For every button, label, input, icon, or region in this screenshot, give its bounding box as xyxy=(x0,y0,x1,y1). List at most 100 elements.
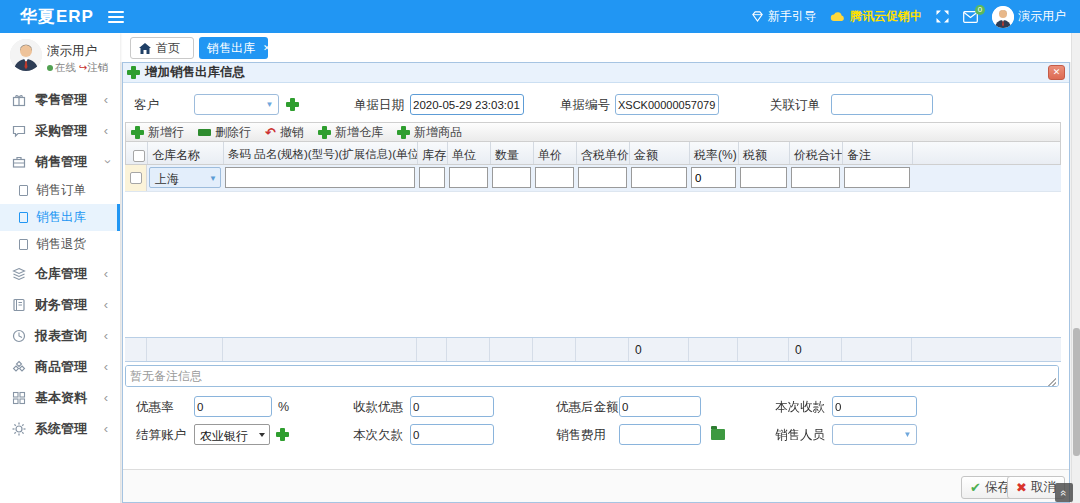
add-icon xyxy=(127,66,140,79)
col-tax-price[interactable]: 含税单价 xyxy=(577,142,630,164)
gear-icon xyxy=(12,422,26,436)
scrollbar[interactable] xyxy=(1071,33,1080,503)
grid-totals-row: 0 0 xyxy=(125,337,1061,362)
select-all-checkbox[interactable] xyxy=(133,150,145,162)
total-input[interactable] xyxy=(791,167,840,188)
mail-button[interactable]: 0 xyxy=(963,11,978,23)
add-row-button[interactable]: 新增行 xyxy=(131,124,184,141)
sidebar-item-basic-data[interactable]: 基本资料‹ xyxy=(0,382,120,413)
chevron-down-icon: ▼ xyxy=(209,174,217,183)
sidebar-item-sales-outbound[interactable]: 销售出库 xyxy=(0,204,120,231)
bill-date-label: 单据日期 xyxy=(354,95,404,115)
fullscreen-icon[interactable] xyxy=(936,10,949,23)
tax-price-input[interactable] xyxy=(578,167,627,188)
undo-button[interactable]: ↶撤销 xyxy=(265,124,304,141)
user-menu[interactable]: 演示用户 xyxy=(992,6,1066,28)
sidebar-item-retail[interactable]: 零售管理‹ xyxy=(0,84,120,115)
col-warehouse[interactable]: 仓库名称 xyxy=(148,142,224,164)
grid-empty-area xyxy=(125,192,1061,337)
sidebar-item-sales-order[interactable]: 销售订单 xyxy=(0,177,120,204)
col-price[interactable]: 单价 xyxy=(534,142,577,164)
tab-home[interactable]: 首页 xyxy=(130,37,194,59)
sidebar-item-warehouse[interactable]: 仓库管理‹ xyxy=(0,258,120,289)
document-icon xyxy=(19,212,28,223)
tab-sales-outbound[interactable]: 销售出库 ✕ xyxy=(199,37,268,59)
stock-input[interactable] xyxy=(419,167,445,188)
col-total[interactable]: 价税合计 xyxy=(790,142,843,164)
delete-row-button[interactable]: 删除行 xyxy=(198,124,251,141)
sidebar: 演示用户 在线 ↪注销 零售管理‹ 采购管理‹ 销售管理‹ 销售订单 销售出库 xyxy=(0,33,120,503)
sidebar-item-products[interactable]: 商品管理‹ xyxy=(0,351,120,382)
tax-rate-input[interactable] xyxy=(691,167,736,188)
add-product-button[interactable]: 新增商品 xyxy=(397,124,462,141)
dialog-close-button[interactable]: ✕ xyxy=(1048,65,1065,80)
customer-select[interactable]: ▼ xyxy=(194,94,279,115)
add-account-button[interactable] xyxy=(276,428,289,441)
goods-icon xyxy=(12,360,26,374)
product-input[interactable] xyxy=(225,167,415,188)
choose-fee-account-icon[interactable] xyxy=(711,429,725,440)
fee-label: 销售费用 xyxy=(556,425,606,445)
received-label: 本次收款 xyxy=(775,397,825,417)
grid-toolbar: 新增行 删除行 ↶撤销 新增仓库 新增商品 xyxy=(125,122,1061,142)
after-discount-input[interactable] xyxy=(619,396,701,417)
col-amount[interactable]: 金额 xyxy=(630,142,690,164)
bill-date-input[interactable] xyxy=(410,94,524,115)
tab-close-icon[interactable]: ✕ xyxy=(263,43,271,53)
col-tax[interactable]: 税额 xyxy=(739,142,790,164)
grid-row: 上海▼ xyxy=(125,165,1061,192)
tax-input[interactable] xyxy=(740,167,787,188)
linked-order-input[interactable] xyxy=(831,94,933,115)
collect-discount-input[interactable] xyxy=(410,396,494,417)
price-input[interactable] xyxy=(535,167,574,188)
fee-input[interactable] xyxy=(619,424,701,445)
menu-toggle-icon[interactable] xyxy=(108,11,124,23)
chevron-down-icon: ▼ xyxy=(261,95,278,114)
add-warehouse-button[interactable]: 新增仓库 xyxy=(318,124,383,141)
account-select[interactable]: 农业银行 xyxy=(194,424,270,445)
select-arrow-icon xyxy=(259,433,265,437)
debt-input[interactable] xyxy=(410,424,494,445)
sidebar-item-purchase[interactable]: 采购管理‹ xyxy=(0,115,120,146)
col-stock[interactable]: 库存 xyxy=(418,142,448,164)
sidebar-item-system[interactable]: 系统管理‹ xyxy=(0,413,120,444)
discount-rate-input[interactable] xyxy=(194,396,272,417)
col-tax-rate[interactable]: 税率(%) xyxy=(690,142,739,164)
bill-number-input[interactable] xyxy=(615,94,719,115)
scroll-to-top-button[interactable]: « xyxy=(1055,483,1073,502)
scrollbar-thumb[interactable] xyxy=(1073,328,1080,456)
discount-rate-label: 优惠率 xyxy=(136,397,174,417)
sidebar-item-finance[interactable]: 财务管理‹ xyxy=(0,289,120,320)
col-remark[interactable]: 备注 xyxy=(843,142,913,164)
qty-input[interactable] xyxy=(492,167,531,188)
unit-input[interactable] xyxy=(449,167,488,188)
total-amount: 0 xyxy=(629,338,689,361)
dialog-header: 增加销售出库信息 ✕ xyxy=(123,63,1069,83)
col-qty[interactable]: 数量 xyxy=(491,142,534,164)
bill-number-label: 单据编号 xyxy=(560,95,610,115)
salesman-select[interactable]: ▼ xyxy=(832,424,917,445)
col-product[interactable]: 条码 品名(规格)(型号)(扩展信息)(单位) xyxy=(224,142,418,164)
row-checkbox[interactable] xyxy=(130,172,142,184)
plus-icon xyxy=(318,126,331,139)
avatar xyxy=(992,6,1014,28)
sidebar-item-sales-return[interactable]: 销售退货 xyxy=(0,231,120,258)
col-unit[interactable]: 单位 xyxy=(448,142,491,164)
guide-link[interactable]: 新手引导 xyxy=(751,8,816,25)
resize-handle[interactable] xyxy=(1048,378,1056,386)
sidebar-item-reports[interactable]: 报表查询‹ xyxy=(0,320,120,351)
sidebar-user-name: 演示用户 xyxy=(47,43,97,60)
dialog-footer: ✔保存 ✖取消 xyxy=(123,469,1069,502)
logout-link[interactable]: 注销 xyxy=(87,61,108,73)
dialog-title: 增加销售出库信息 xyxy=(145,64,245,81)
promo-link[interactable]: 腾讯云促销中 xyxy=(830,8,922,25)
received-input[interactable] xyxy=(832,396,917,417)
remark-textarea[interactable] xyxy=(125,365,1059,387)
warehouse-select[interactable]: 上海▼ xyxy=(149,167,221,188)
remark-input[interactable] xyxy=(844,167,910,188)
grid-icon xyxy=(12,391,26,405)
amount-input[interactable] xyxy=(631,167,687,188)
add-customer-button[interactable] xyxy=(286,98,299,111)
sidebar-item-sales[interactable]: 销售管理‹ xyxy=(0,146,120,177)
avatar xyxy=(10,39,42,71)
